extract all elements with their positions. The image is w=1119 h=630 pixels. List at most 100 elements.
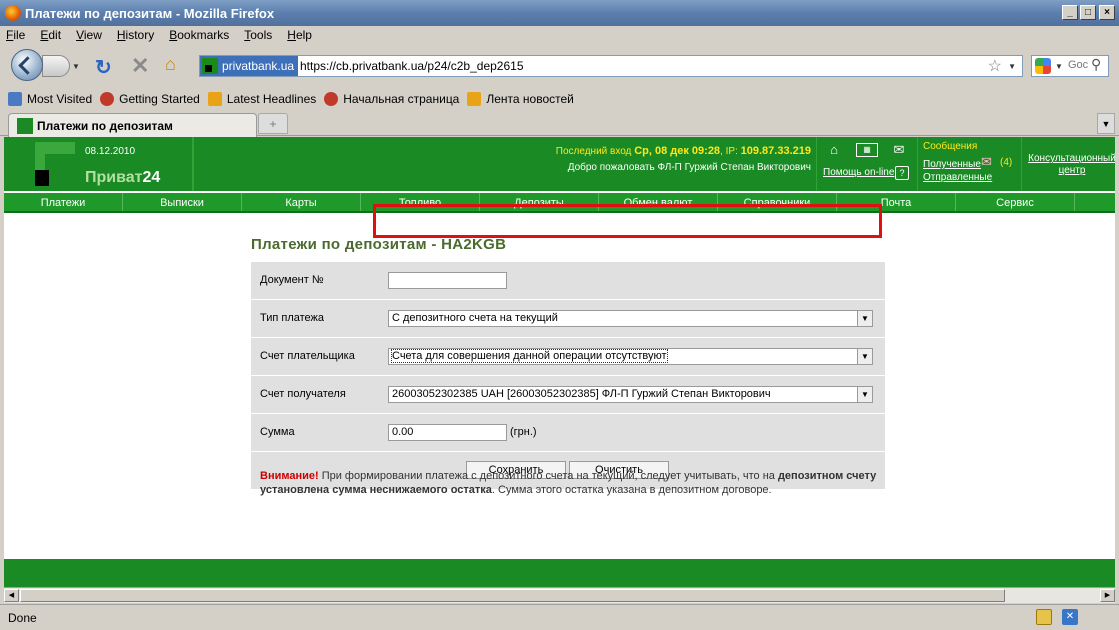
tab-list-button[interactable]: ▼ xyxy=(1097,113,1115,134)
menu-file[interactable]: File xyxy=(6,28,25,42)
privatbank-favicon xyxy=(202,58,218,74)
addon-icon[interactable]: ✕ xyxy=(1062,609,1078,625)
bookmarks-toolbar: Most Visited Getting Started Latest Head… xyxy=(0,88,1119,110)
reload-icon[interactable]: ↻ xyxy=(95,55,112,80)
search-engine-dropdown-icon[interactable]: ▼ xyxy=(1055,62,1063,71)
amount-label: Сумма xyxy=(260,426,295,438)
search-box[interactable]: ▼ Goc ⚲ xyxy=(1031,55,1109,77)
menu-history[interactable]: History xyxy=(117,28,154,42)
sent-link[interactable]: Отправленные xyxy=(923,172,992,183)
horizontal-scrollbar[interactable]: ◀ ▶ xyxy=(4,587,1115,603)
keyboard-icon[interactable]: ▦ xyxy=(856,143,878,157)
firefox-icon xyxy=(5,5,21,21)
menu-help[interactable]: Help xyxy=(287,28,312,42)
maximize-button[interactable]: □ xyxy=(1080,5,1096,20)
amount-input[interactable]: 0.00 xyxy=(388,424,507,441)
home-icon[interactable]: ⌂ xyxy=(826,143,842,157)
warning-note: Внимание! При формировании платежа с деп… xyxy=(260,470,877,496)
nav-payments[interactable]: Платежи xyxy=(4,193,123,211)
payment-type-label: Тип платежа xyxy=(260,312,325,324)
received-link[interactable]: Полученные xyxy=(923,159,981,170)
url-dropdown-icon[interactable]: ▼ xyxy=(1008,62,1016,71)
dropdown-arrow-icon[interactable]: ▼ xyxy=(857,311,872,326)
recipient-account-label: Счет получателя xyxy=(260,388,346,400)
site-footer xyxy=(4,559,1115,587)
currency-label: (грн.) xyxy=(510,426,537,438)
menu-bookmarks[interactable]: Bookmarks xyxy=(169,28,229,42)
nav-cards[interactable]: Карты xyxy=(242,193,361,211)
payment-type-row: Тип платежа С депозитного счета на текущ… xyxy=(251,300,885,338)
site-label: privatbank.ua xyxy=(222,59,295,73)
search-text[interactable]: Goc xyxy=(1068,59,1088,71)
status-text: Done xyxy=(8,610,37,625)
envelope-icon: ✉ xyxy=(981,154,992,169)
window-title: Платежи по депозитам - Mozilla Firefox xyxy=(25,5,275,21)
site-identity-button[interactable]: privatbank.ua xyxy=(200,56,299,76)
dropdown-arrow-icon[interactable]: ▼ xyxy=(857,387,872,402)
menu-view[interactable]: View xyxy=(76,28,102,42)
menu-tools[interactable]: Tools xyxy=(244,28,272,42)
tab-deposit-payments[interactable]: Платежи по депозитам xyxy=(8,113,257,137)
payer-account-label: Счет плательщика xyxy=(260,350,355,362)
brand-name: Приват24 xyxy=(85,169,161,186)
scroll-thumb[interactable] xyxy=(20,589,1005,602)
mail-icon[interactable]: ✉ xyxy=(891,143,907,157)
scroll-right-icon[interactable]: ▶ xyxy=(1100,589,1115,602)
most-visited-icon xyxy=(8,92,22,106)
stop-icon[interactable]: ✕ xyxy=(131,53,149,79)
status-bar: Done ✕ xyxy=(0,604,1119,630)
nav-service[interactable]: Сервис xyxy=(956,193,1075,211)
url-text[interactable]: https://cb.privatbank.ua/p24/c2b_dep2615 xyxy=(300,59,524,73)
lock-icon[interactable] xyxy=(1036,609,1052,625)
history-dropdown-icon[interactable]: ▼ xyxy=(72,62,80,71)
minimize-button[interactable]: _ xyxy=(1062,5,1078,20)
search-magnifier-icon[interactable]: ⚲ xyxy=(1091,56,1101,73)
privatbank-favicon xyxy=(17,117,33,134)
help-online-link[interactable]: Помощь on-line xyxy=(823,167,894,178)
address-bar[interactable]: privatbank.ua https://cb.privatbank.ua/p… xyxy=(199,55,1023,77)
window-titlebar: Платежи по депозитам - Mozilla Firefox _… xyxy=(0,0,1119,26)
menu-edit[interactable]: Edit xyxy=(40,28,61,42)
forward-button[interactable] xyxy=(42,55,70,77)
doc-number-row: Документ № xyxy=(251,262,885,300)
consult-center-link[interactable]: Консультационный центр xyxy=(1027,153,1115,177)
last-login: Последний вход Ср, 08 дек 09:28, IP: 109… xyxy=(555,145,811,157)
privat24-logo[interactable] xyxy=(35,142,75,186)
scroll-left-icon[interactable]: ◀ xyxy=(4,589,19,602)
menu-bar: File Edit View History Bookmarks Tools H… xyxy=(0,26,1119,44)
home-icon[interactable]: ⌂ xyxy=(165,54,176,75)
doc-number-label: Документ № xyxy=(260,274,324,286)
messages-heading: Сообщения xyxy=(923,141,978,152)
payer-account-select[interactable]: Счета для совершения данной операции отс… xyxy=(388,348,873,365)
site-header: 08.12.2010 Приват24 Последний вход Ср, 0… xyxy=(4,137,1115,191)
bookmark-news-feed[interactable]: Лента новостей xyxy=(467,92,574,106)
payment-type-select[interactable]: С депозитного счета на текущий ▼ xyxy=(388,310,873,327)
deposit-payment-form: Платежи по депозитам - HA2KGB Документ №… xyxy=(251,236,885,496)
back-button[interactable] xyxy=(11,49,43,81)
received-count: (4) xyxy=(1000,157,1013,168)
rss-icon xyxy=(467,92,482,106)
header-date: 08.12.2010 xyxy=(85,146,136,157)
firefox-icon xyxy=(324,92,339,106)
payer-account-row: Счет плательщика Счета для совершения да… xyxy=(251,338,885,376)
dropdown-arrow-icon[interactable]: ▼ xyxy=(857,349,872,364)
recipient-account-row: Счет получателя 26003052302385 UAH [2600… xyxy=(251,376,885,414)
bookmark-getting-started[interactable]: Getting Started xyxy=(100,92,200,106)
firefox-icon xyxy=(100,92,115,106)
bookmark-latest-headlines[interactable]: Latest Headlines xyxy=(207,92,316,106)
rss-icon xyxy=(207,92,222,106)
help-icon[interactable]: ? xyxy=(895,166,909,180)
amount-row: Сумма 0.00 (грн.) xyxy=(251,414,885,452)
payer-account-highlight xyxy=(373,204,882,238)
welcome-text: Добро пожаловать ФЛ-П Гуржий Степан Викт… xyxy=(567,162,811,173)
doc-number-input[interactable] xyxy=(388,272,507,289)
new-tab-button[interactable]: + xyxy=(258,113,288,134)
bookmark-most-visited[interactable]: Most Visited xyxy=(8,92,92,106)
page-title: Платежи по депозитам - HA2KGB xyxy=(251,236,507,253)
google-icon xyxy=(1035,58,1051,74)
recipient-account-select[interactable]: 26003052302385 UAH [26003052302385] ФЛ-П… xyxy=(388,386,873,403)
bookmark-start-page[interactable]: Начальная страница xyxy=(324,92,459,106)
nav-statements[interactable]: Выписки xyxy=(123,193,242,211)
bookmark-star-icon[interactable]: ☆ xyxy=(988,56,1002,76)
close-button[interactable]: × xyxy=(1099,5,1115,20)
